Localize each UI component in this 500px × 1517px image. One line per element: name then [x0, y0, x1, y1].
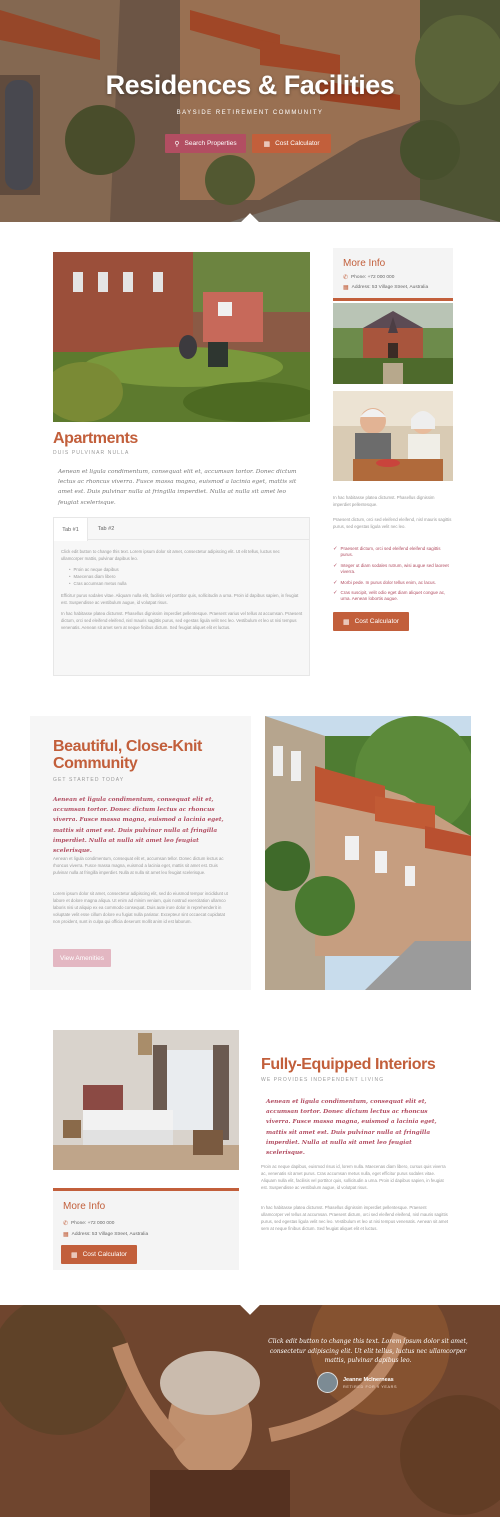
bedroom-photo — [53, 1030, 239, 1170]
check-item: ✓ Morbi pede. In purus dolor tellus enim,… — [333, 580, 437, 586]
address-line: ▦ Address: 53 Village Street, Australia — [63, 1232, 149, 1238]
view-amenities-button[interactable]: View Amenities — [53, 949, 111, 967]
tabs-panel: Tab #1 Tab #2 Click edit button to chang… — [53, 517, 310, 676]
calculator-icon: ▦ — [70, 1251, 78, 1259]
calculator-icon: ▦ — [263, 140, 271, 148]
phone-line: ✆ Phone: +72 000 000 — [63, 1221, 115, 1227]
check-circle-icon: ✓ — [333, 590, 338, 596]
check-item: ✓ Integer ut diam sodales rutrum, wisi au… — [333, 563, 449, 575]
map-icon: ▦ — [343, 285, 349, 291]
check-circle-icon: ✓ — [333, 563, 338, 569]
more-info-title: More Info — [63, 1201, 106, 1212]
card-cost-calculator-button[interactable]: ▦ Cost Calculator — [61, 1245, 137, 1264]
more-info-title: More Info — [343, 258, 386, 269]
tab-intro: Click edit button to change this text. L… — [61, 549, 280, 561]
list-item: Proin ac neque dapibus — [69, 566, 303, 573]
search-properties-button[interactable]: ⚲ Search Properties — [165, 134, 246, 153]
list-item: Cras accumsan metus nulla — [69, 580, 303, 587]
manor-photo — [333, 303, 453, 384]
apartments-quote: Aenean et ligula condimentum, consequat … — [58, 469, 297, 506]
check-item: ✓ Praesent dictum, orci sed eleifend elei… — [333, 546, 441, 558]
community-quote: Aenean et ligula condimentum, consequat … — [53, 797, 224, 855]
sidebar-paragraph: Praesent dictum, orci sed eleifend eleif… — [333, 517, 452, 529]
check-item: ✓ Cras suscipit, velit odio eget diam ali… — [333, 590, 446, 602]
testimonial-role: RETIRED FOR 9 YEARS — [343, 1385, 398, 1389]
interiors-subtitle: WE PROVIDES INDEPENDENT LIVING — [261, 1077, 385, 1083]
tab-list: Proin ac neque dapibus Maecenas diam lib… — [69, 566, 303, 587]
list-item: Maecenas diam libero — [69, 573, 303, 580]
map-icon: ▦ — [63, 1232, 69, 1238]
interiors-paragraph: Proin ac neque dapibus, euismod risus id… — [261, 1164, 446, 1190]
address-line: ▦ Address: 53 Village Street, Australia — [343, 285, 429, 291]
interiors-title: Fully-Equipped Interiors — [261, 1056, 436, 1073]
phone-line: ✆ Phone: +72 000 000 — [343, 275, 395, 281]
more-info-card: More Info ✆ Phone: +72 000 000 ▦ Address… — [333, 248, 453, 301]
avatar — [317, 1372, 338, 1393]
calculator-icon: ▦ — [342, 618, 350, 626]
hero-subtitle: BAYSIDE RETIREMENT COMMUNITY — [176, 110, 324, 116]
tab-paragraph: In hac habitasse platea dictumst. Phasel… — [61, 611, 303, 630]
community-paragraph: Aenean et ligula condimentum, consequat … — [53, 856, 224, 875]
hero-cost-calculator-button[interactable]: ▦ Cost Calculator — [252, 134, 331, 153]
community-subtitle: GET STARTED TODAY — [53, 777, 125, 783]
community-title: Beautiful, Close-Knit Community — [53, 738, 202, 772]
interiors-paragraph: In hac habitasse platea dictumst. Phasel… — [261, 1205, 449, 1231]
tab-content: Click edit button to change this text. L… — [61, 548, 303, 635]
apartments-photo — [53, 252, 310, 422]
phone-icon: ✆ — [343, 275, 349, 281]
more-info-card-2: More Info ✆ Phone: +72 000 000 ▦ Address… — [53, 1188, 239, 1270]
phone-icon: ✆ — [63, 1221, 69, 1227]
sidebar-paragraph: In hac habitasse platea dictumst. Phasel… — [333, 495, 435, 507]
interiors-quote: Aenean et ligula condimentum, consequat … — [266, 1099, 437, 1157]
tab-2[interactable]: Tab #2 — [88, 518, 124, 540]
tab-paragraph: Efficitur purus sodales vitae. Aliquam n… — [61, 593, 299, 605]
check-circle-icon: ✓ — [333, 546, 338, 552]
apartments-title: Apartments — [53, 430, 138, 447]
street-houses-photo — [265, 716, 471, 990]
check-circle-icon: ✓ — [333, 580, 338, 586]
search-icon: ⚲ — [174, 140, 180, 148]
tab-1[interactable]: Tab #1 — [54, 518, 88, 541]
sidebar-cost-calculator-button[interactable]: ▦ Cost Calculator — [333, 612, 409, 631]
seniors-cooking-photo — [333, 391, 453, 481]
hero-banner: Residences & Facilities BAYSIDE RETIREME… — [0, 0, 500, 222]
testimonial-quote: Click edit button to change this text. L… — [268, 1338, 468, 1364]
apartments-subtitle: DUIS PULVINAR NULLA — [53, 450, 130, 456]
hero-title: Residences & Facilities — [105, 70, 395, 100]
testimonial-name: Jeanne McInerneas — [343, 1377, 394, 1383]
community-paragraph: Lorem ipsum dolor sit amet, consectetur … — [53, 891, 228, 924]
